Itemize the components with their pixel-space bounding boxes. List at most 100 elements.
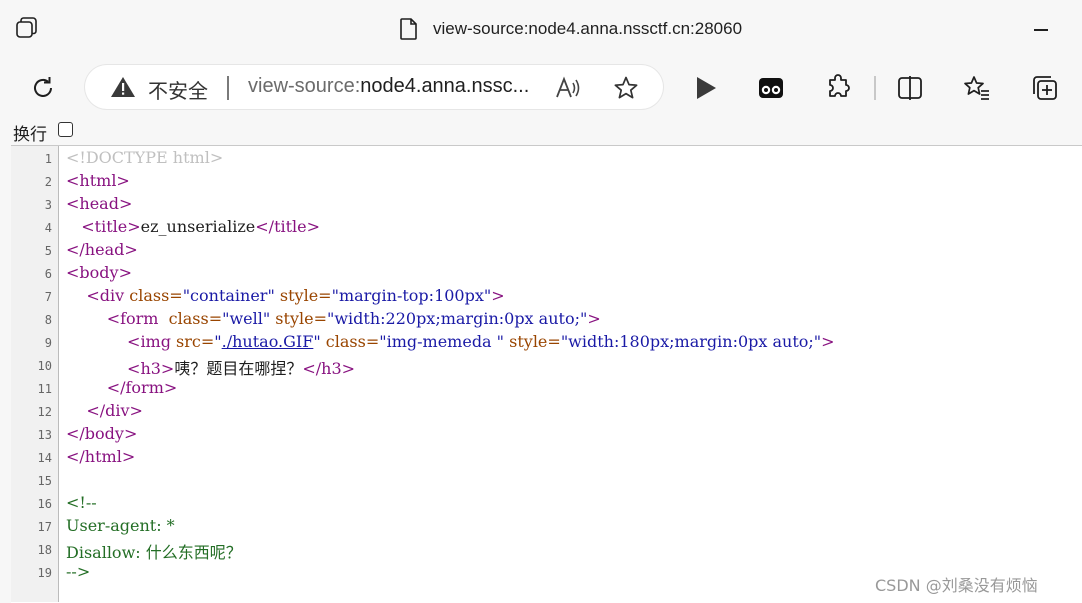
- code-line-8: <form class="well" style="width:220px;ma…: [66, 309, 601, 328]
- tag-token: </title>: [255, 217, 321, 236]
- comment-token: <!--: [66, 493, 97, 512]
- favorite-star-icon[interactable]: [613, 75, 639, 101]
- code-line-14: </html>: [66, 447, 135, 466]
- url-text[interactable]: view-source:node4.anna.nssc...: [248, 75, 529, 98]
- refresh-icon[interactable]: [29, 74, 57, 102]
- watermark: CSDN @刘桑没有烦恼: [875, 576, 1038, 595]
- code-line-4: <title>ez_unserialize</title>: [66, 217, 320, 236]
- favorites-list-icon[interactable]: [963, 74, 991, 102]
- tag-token: <h3>: [127, 359, 175, 378]
- toolbar-separator: [874, 76, 876, 100]
- line-number: 17: [37, 520, 52, 534]
- tag-token: </html>: [66, 447, 136, 466]
- code-line-12: </div>: [66, 401, 143, 420]
- value-token: "well": [222, 309, 271, 328]
- line-number: 15: [37, 474, 52, 488]
- attr-token: class=: [124, 286, 183, 305]
- attr-token: class=: [320, 332, 380, 351]
- tag-token: </head>: [66, 240, 138, 259]
- text-token: ez_unserialize: [140, 217, 256, 236]
- line-number: 18: [37, 543, 52, 557]
- tag-token: </div>: [86, 401, 143, 420]
- line-number: 4: [44, 221, 52, 235]
- wrap-lines-label[interactable]: 换行: [13, 120, 47, 145]
- url-host: node4.anna.nssc...: [360, 75, 530, 97]
- play-icon[interactable]: [692, 74, 720, 102]
- code-line-5: </head>: [66, 240, 138, 259]
- value-token: "img-memeda ": [379, 332, 505, 351]
- tag-token: <div: [86, 286, 125, 305]
- tag-token: </h3>: [302, 359, 356, 378]
- code-line-9: <img src="./hutao.GIF" class="img-memeda…: [66, 332, 835, 351]
- minimize-icon[interactable]: [1032, 20, 1050, 38]
- code-line-13: </body>: [66, 424, 137, 443]
- line-number: 1: [44, 152, 52, 166]
- tag-token: </body>: [66, 424, 138, 443]
- code-line-10: <h3>咦？题目在哪捏？</h3>: [66, 355, 355, 379]
- line-number: 16: [37, 497, 52, 511]
- tag-token: <body>: [66, 263, 132, 282]
- value-token: "margin-top:100px": [331, 286, 492, 305]
- comment-token: -->: [66, 562, 91, 581]
- line-number: 13: [37, 428, 52, 442]
- value-token: ": [214, 332, 222, 351]
- warning-icon[interactable]: [110, 75, 136, 99]
- line-number: 6: [44, 267, 52, 281]
- line-number: 2: [44, 175, 52, 189]
- window-title: view-source:node4.anna.nssctf.cn:28060: [433, 19, 743, 38]
- puzzle-icon[interactable]: [824, 74, 852, 102]
- line-number: 19: [37, 566, 52, 580]
- address-separator: [227, 76, 229, 100]
- add-collection-icon[interactable]: [1031, 74, 1059, 102]
- tag-token: <img: [127, 332, 171, 351]
- value-token: "width:220px;margin:0px auto;": [326, 309, 588, 328]
- attr-token: style=: [274, 286, 332, 305]
- comment-token: User-agent: *: [66, 516, 175, 535]
- line-number: 3: [44, 198, 52, 212]
- tag-token: >: [587, 309, 601, 328]
- split-screen-icon[interactable]: [896, 74, 924, 102]
- security-label[interactable]: 不安全: [148, 75, 208, 104]
- attr-token: style=: [504, 332, 561, 351]
- code-line-19: -->: [66, 562, 90, 581]
- value-token: ": [313, 332, 321, 351]
- tag-token: <form: [106, 309, 164, 328]
- line-number: 9: [44, 336, 52, 350]
- tag-token: <html>: [66, 171, 130, 190]
- line-number: 14: [37, 451, 52, 465]
- code-line-18: Disallow: 什么东西呢？: [66, 539, 242, 563]
- line-number: 10: [37, 359, 52, 373]
- document-icon: [400, 18, 417, 40]
- image-source-link[interactable]: ./hutao.GIF: [222, 332, 314, 351]
- tag-token: >: [491, 286, 505, 305]
- attr-token: style=: [270, 309, 327, 328]
- wrap-toolbar: [0, 118, 1082, 144]
- code-line-1: <!DOCTYPE html>: [66, 148, 223, 167]
- url-prefix: view-source:: [248, 75, 361, 97]
- read-aloud-icon[interactable]: [555, 76, 581, 100]
- text-token: 咦？题目在哪捏？: [174, 359, 303, 378]
- tag-token: <title>: [81, 217, 141, 236]
- line-number: 11: [37, 382, 52, 396]
- line-number: 7: [44, 290, 52, 304]
- line-number: 5: [44, 244, 52, 258]
- tag-token: <head>: [66, 194, 133, 213]
- code-line-16: <!--: [66, 493, 97, 512]
- code-line-17: User-agent: *: [66, 516, 175, 535]
- doctype-token: <!DOCTYPE html>: [66, 148, 224, 167]
- code-line-2: <html>: [66, 171, 130, 190]
- comment-token: Disallow: 什么东西呢？: [66, 543, 242, 562]
- code-line-11: </form>: [66, 378, 178, 397]
- line-number: 8: [44, 313, 52, 327]
- tabs-icon[interactable]: [14, 16, 40, 42]
- tag-token: </form>: [106, 378, 178, 397]
- code-line-7: <div class="container" style="margin-top…: [66, 286, 505, 305]
- extension-game-icon[interactable]: [757, 74, 785, 102]
- tag-token: >: [821, 332, 835, 351]
- code-line-3: <head>: [66, 194, 132, 213]
- code-line-6: <body>: [66, 263, 132, 282]
- attr-token: src=: [170, 332, 215, 351]
- value-token: "container": [182, 286, 275, 305]
- wrap-lines-checkbox[interactable]: [58, 122, 73, 137]
- line-number: 12: [37, 405, 52, 419]
